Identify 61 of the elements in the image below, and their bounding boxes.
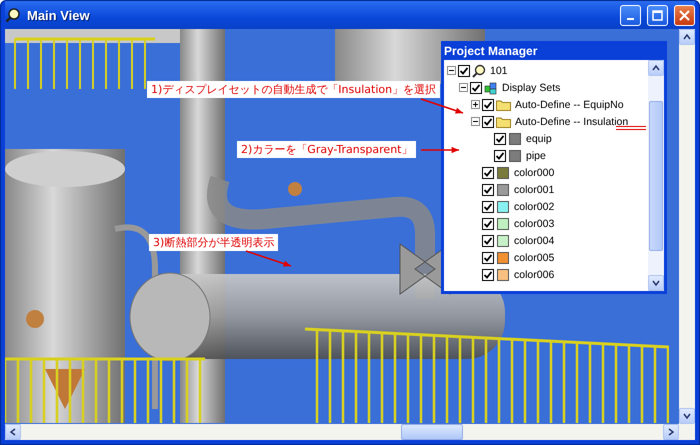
scroll-thumb[interactable] bbox=[401, 424, 463, 440]
tree-item-label[interactable]: color006 bbox=[514, 268, 554, 280]
tree-item-label[interactable]: Display Sets bbox=[502, 82, 560, 94]
display-sets-icon bbox=[484, 80, 498, 94]
tree-item-label[interactable]: color003 bbox=[514, 218, 554, 230]
checkbox[interactable] bbox=[482, 218, 494, 230]
checkbox[interactable] bbox=[470, 82, 482, 94]
app-icon bbox=[5, 7, 21, 23]
panel-title: Project Manager bbox=[444, 42, 538, 60]
callout-note: 1)ディスプレイセットの自動生成で「Insulation」を選択 bbox=[147, 81, 440, 98]
tree-item-label[interactable]: equip bbox=[526, 132, 552, 144]
scroll-right-button[interactable] bbox=[663, 424, 679, 440]
arrow bbox=[420, 98, 464, 114]
checkbox[interactable] bbox=[482, 98, 494, 110]
arrow bbox=[421, 146, 459, 154]
collapse-toggle[interactable] bbox=[471, 117, 480, 126]
scroll-down-button[interactable] bbox=[679, 408, 695, 424]
tree-item-label[interactable]: color004 bbox=[514, 234, 554, 246]
callout-note: 2)カラーを「Gray-Transparent」 bbox=[237, 141, 416, 158]
tree-item-label[interactable]: color002 bbox=[514, 200, 554, 212]
folder-icon bbox=[496, 116, 511, 128]
expand-toggle[interactable] bbox=[471, 100, 480, 109]
tree-item-label[interactable]: Auto-Define -- Insulation bbox=[515, 116, 628, 128]
minimize-icon bbox=[627, 18, 634, 20]
checkbox[interactable] bbox=[482, 252, 494, 264]
folder-icon bbox=[496, 98, 511, 110]
minimize-button[interactable] bbox=[620, 4, 641, 26]
tree-item-label[interactable]: pipe bbox=[526, 150, 546, 162]
arrow bbox=[246, 250, 292, 267]
window-title: Main View bbox=[27, 8, 91, 22]
tree-item-label[interactable]: 101 bbox=[490, 64, 508, 76]
tree-item-label[interactable]: color001 bbox=[514, 184, 554, 196]
horizontal-scrollbar[interactable] bbox=[5, 424, 679, 440]
checkbox[interactable] bbox=[494, 132, 506, 144]
checkbox[interactable] bbox=[458, 64, 470, 76]
magnifier-icon bbox=[472, 64, 486, 78]
tree-item-label[interactable]: Auto-Define -- EquipNo bbox=[515, 98, 624, 110]
collapse-toggle[interactable] bbox=[447, 66, 456, 75]
close-icon bbox=[679, 10, 690, 20]
checkbox[interactable] bbox=[494, 150, 506, 162]
scroll-up-button[interactable] bbox=[679, 29, 695, 45]
vertical-scrollbar[interactable] bbox=[679, 29, 695, 424]
scroll-left-button[interactable] bbox=[5, 424, 21, 440]
callout-note: 3)断熱部分が半透明表示 bbox=[149, 234, 278, 251]
tree-item-label[interactable]: color000 bbox=[514, 166, 554, 178]
checkbox[interactable] bbox=[482, 234, 494, 246]
checkbox[interactable] bbox=[482, 116, 494, 128]
panel-scrollbar[interactable] bbox=[648, 60, 664, 291]
collapse-toggle[interactable] bbox=[459, 83, 468, 92]
checkbox[interactable] bbox=[482, 166, 494, 178]
scroll-up-button[interactable] bbox=[648, 60, 664, 76]
checkbox[interactable] bbox=[482, 268, 494, 280]
checkbox[interactable] bbox=[482, 184, 494, 196]
resize-grip[interactable] bbox=[679, 424, 695, 440]
close-button[interactable] bbox=[674, 4, 695, 26]
scroll-down-button[interactable] bbox=[648, 275, 664, 291]
maximize-button[interactable] bbox=[647, 4, 668, 26]
tree-item-label[interactable]: color005 bbox=[514, 252, 554, 264]
scroll-thumb[interactable] bbox=[649, 100, 663, 250]
maximize-icon bbox=[652, 10, 663, 20]
checkbox[interactable] bbox=[482, 200, 494, 212]
